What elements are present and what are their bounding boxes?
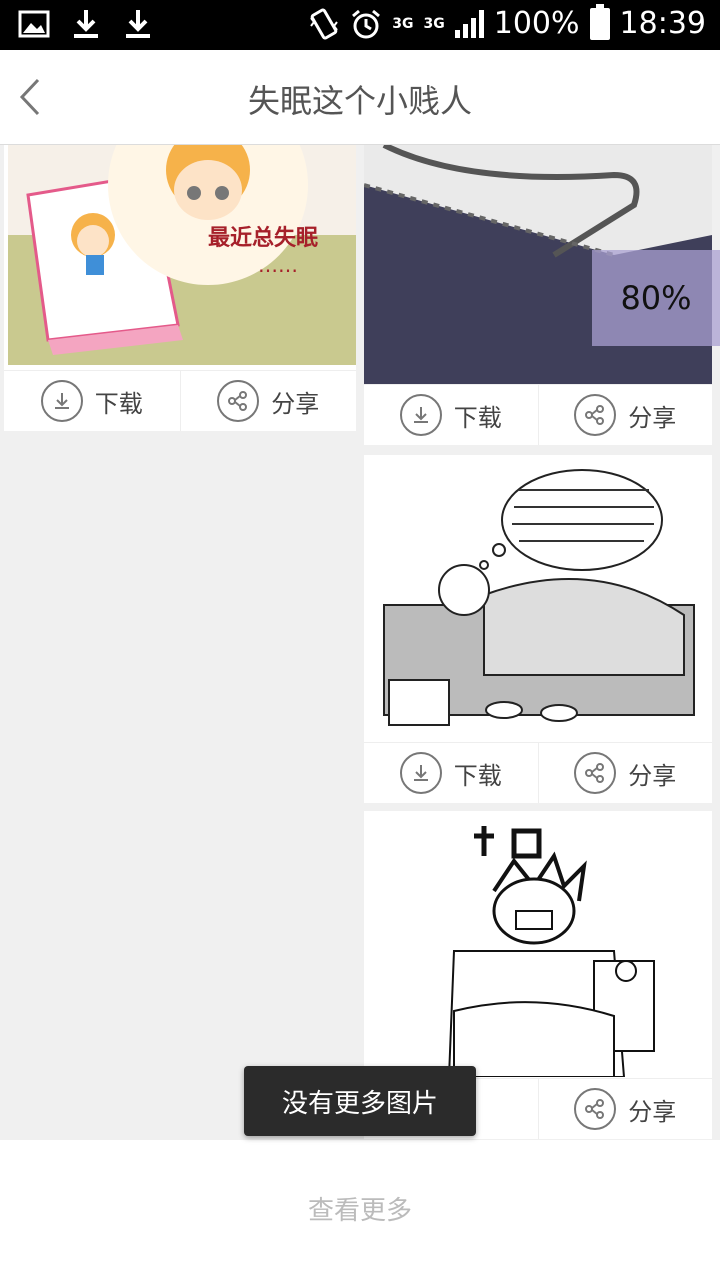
download-button[interactable]: 下载 bbox=[364, 743, 538, 803]
clock: 18:39 bbox=[619, 6, 706, 41]
load-more-button[interactable]: 查看更多 bbox=[0, 1190, 720, 1227]
status-bar: 3G 3G 100% 18:39 bbox=[0, 0, 720, 50]
image-icon bbox=[18, 10, 50, 38]
card-actions: 下载 分享 bbox=[4, 370, 356, 431]
share-label: 分享 bbox=[628, 761, 677, 790]
download-label: 下载 bbox=[94, 389, 143, 418]
signal-icon bbox=[454, 9, 484, 38]
image-caption: 最近总失眠 bbox=[208, 226, 319, 251]
image-card: 下载 分享 bbox=[364, 455, 712, 803]
comic-image[interactable] bbox=[364, 811, 712, 1077]
share-label: 分享 bbox=[628, 403, 677, 432]
network-type-1: 3G bbox=[392, 15, 414, 32]
download-label: 下载 bbox=[453, 761, 502, 790]
image-card: 最近总失眠 …… 下载 分享 bbox=[4, 145, 356, 431]
network-type-2: 3G bbox=[423, 15, 445, 32]
vibrate-icon bbox=[310, 7, 339, 40]
cartoon-image[interactable]: 最近总失眠 …… bbox=[8, 145, 356, 365]
card-actions: 下载 分享 bbox=[364, 742, 712, 803]
download-progress-overlay: 80% bbox=[592, 250, 720, 346]
share-button[interactable]: 分享 bbox=[537, 385, 713, 445]
download-icon bbox=[40, 380, 83, 422]
share-button[interactable]: 分享 bbox=[537, 1079, 713, 1139]
title-bar: 失眠这个小贱人 bbox=[0, 50, 720, 145]
download-icon bbox=[399, 394, 442, 436]
image-caption-dots: …… bbox=[258, 253, 298, 277]
battery-percent: 100% bbox=[493, 6, 580, 41]
battery-icon bbox=[589, 3, 610, 40]
share-icon bbox=[574, 752, 617, 794]
download-icon bbox=[74, 10, 98, 38]
card-actions: 下载 分享 bbox=[364, 384, 712, 445]
share-icon bbox=[217, 380, 260, 422]
page-title: 失眠这个小贱人 bbox=[247, 82, 472, 120]
share-label: 分享 bbox=[271, 389, 320, 418]
comic-image[interactable] bbox=[364, 455, 712, 741]
share-label: 分享 bbox=[628, 1097, 677, 1126]
share-button[interactable]: 分享 bbox=[179, 371, 357, 431]
share-icon bbox=[574, 394, 617, 436]
download-icon bbox=[399, 752, 442, 794]
toast-message: 没有更多图片 bbox=[244, 1066, 476, 1136]
download-label: 下载 bbox=[453, 403, 502, 432]
share-icon bbox=[574, 1088, 617, 1130]
download-icon bbox=[126, 10, 150, 38]
download-button[interactable]: 下载 bbox=[4, 371, 180, 431]
alarm-icon bbox=[352, 9, 381, 38]
download-button[interactable]: 下载 bbox=[364, 385, 538, 445]
share-button[interactable]: 分享 bbox=[537, 743, 713, 803]
